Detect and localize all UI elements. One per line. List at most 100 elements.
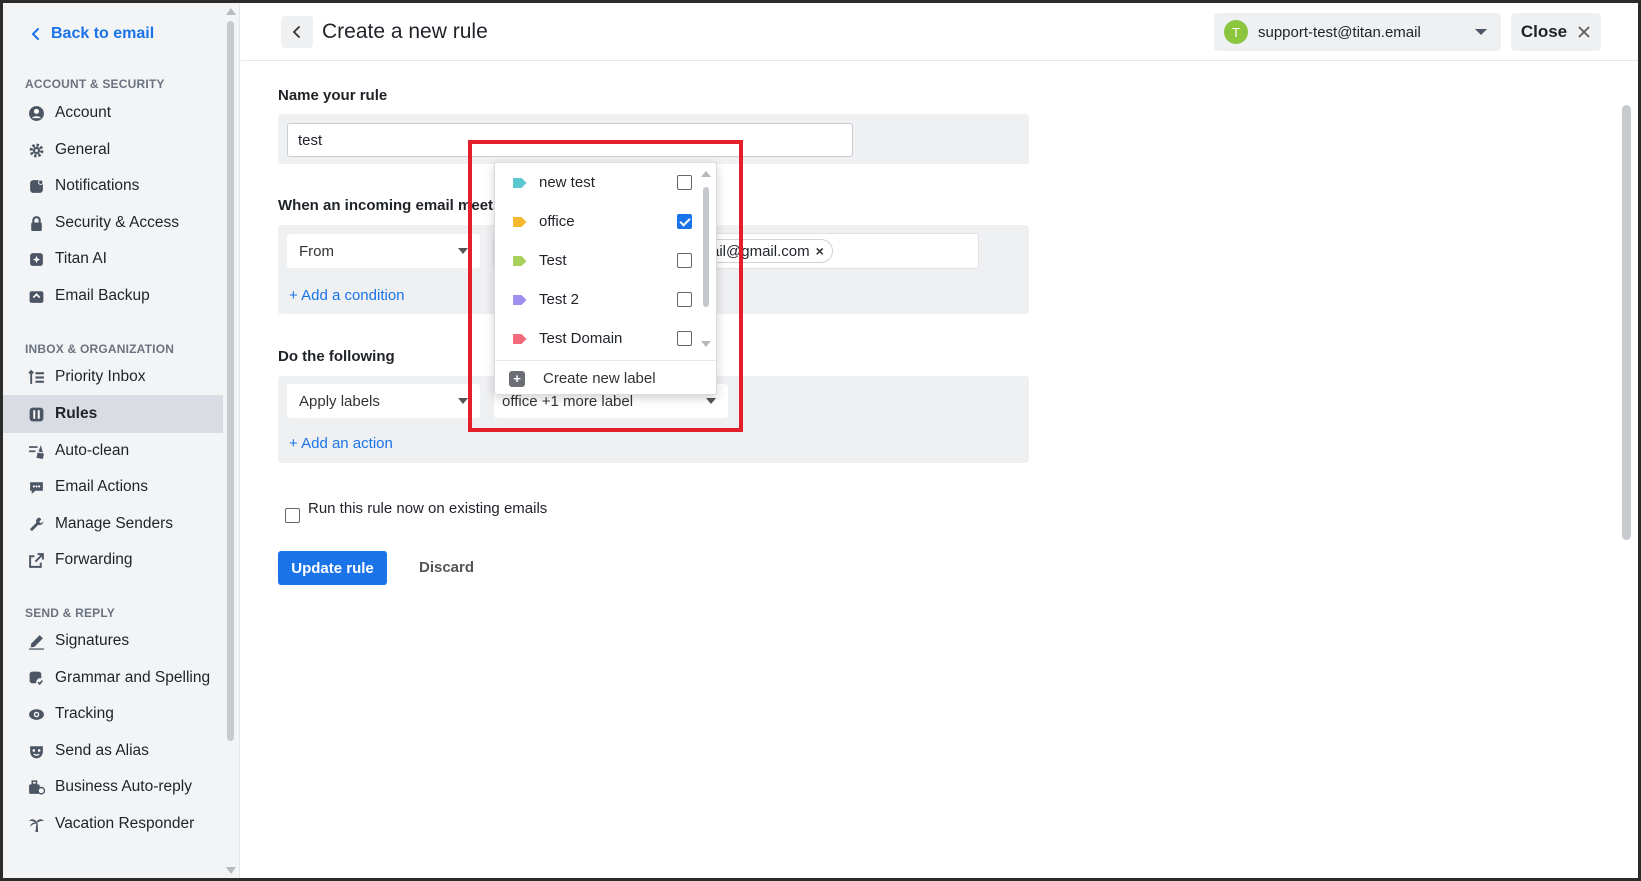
sidebar-item-email-backup[interactable]: Email Backup	[3, 277, 223, 315]
mask-icon	[27, 742, 45, 760]
label-option[interactable]: Test	[495, 241, 695, 280]
label-option[interactable]: Test 2	[495, 280, 695, 319]
action-label: Do the following	[278, 348, 395, 365]
header-back-button[interactable]	[281, 16, 313, 48]
sidebar-scrollbar-thumb[interactable]	[227, 21, 234, 741]
chip-remove-icon[interactable]: ×	[816, 243, 824, 259]
chevron-down-icon	[1475, 29, 1487, 35]
main-scrollbar-thumb[interactable]	[1622, 105, 1631, 540]
condition-field-select[interactable]: From	[287, 234, 480, 268]
backup-icon	[27, 287, 45, 305]
run-existing-checkbox[interactable]	[285, 508, 300, 523]
sidebar-item-send-as-alias[interactable]: Send as Alias	[3, 732, 223, 770]
chat-actions-icon	[27, 478, 45, 496]
sidebar-item-label: Business Auto-reply	[55, 778, 192, 795]
forward-icon	[27, 551, 45, 569]
close-button[interactable]: Close	[1511, 13, 1601, 51]
dropdown-scrollbar-thumb[interactable]	[703, 187, 709, 307]
page-title: Create a new rule	[322, 20, 488, 43]
label-option[interactable]: Test Domain	[495, 319, 695, 358]
email-chip-text: ail@gmail.com	[711, 242, 810, 260]
sidebar-scroll-down-arrow[interactable]	[226, 867, 236, 874]
sidebar-item-manage-senders[interactable]: Manage Senders	[3, 505, 223, 543]
sidebar-item-label: Email Actions	[55, 478, 149, 495]
chevron-down-icon	[458, 248, 468, 254]
rule-name-input[interactable]: test	[287, 123, 853, 157]
label-option[interactable]: new test	[495, 163, 695, 202]
label-option-checkbox[interactable]	[677, 253, 692, 268]
tag-icon	[513, 255, 527, 266]
plus-icon: +	[509, 370, 525, 387]
sidebar-scroll-up-arrow[interactable]	[226, 8, 236, 15]
gear-icon	[27, 141, 45, 159]
label-option[interactable]: office	[495, 202, 695, 241]
sidebar-item-priority-inbox[interactable]: Priority Inbox	[3, 358, 223, 396]
sidebar-item-forwarding[interactable]: Forwarding	[3, 541, 223, 579]
label-dropdown: new test office Test Test 2 Test Domain	[494, 162, 717, 395]
section-title-account-security: ACCOUNT & SECURITY	[25, 77, 165, 91]
label-option-name: new test	[539, 174, 595, 191]
label-option-checkbox[interactable]	[677, 331, 692, 346]
sidebar-item-label: Notifications	[55, 177, 140, 194]
broom-icon	[27, 442, 45, 460]
close-label: Close	[1520, 22, 1568, 41]
wrench-icon	[27, 515, 45, 533]
tag-icon	[513, 177, 527, 188]
sidebar-item-security[interactable]: Security & Access	[3, 204, 223, 242]
close-icon	[1578, 26, 1590, 38]
tag-icon	[513, 216, 527, 227]
rules-icon	[27, 405, 45, 423]
label-option-checkbox[interactable]	[677, 175, 692, 190]
dropdown-scroll-down-arrow[interactable]	[701, 341, 711, 347]
sidebar-item-rules[interactable]: Rules	[3, 395, 223, 433]
condition-field-value: From	[299, 242, 334, 260]
sidebar-item-label: Account	[55, 104, 112, 121]
action-type-select[interactable]: Apply labels	[287, 384, 480, 418]
sidebar-item-signatures[interactable]: Signatures	[3, 622, 223, 660]
dropdown-scroll-up-arrow[interactable]	[701, 171, 711, 177]
sidebar-item-grammar[interactable]: Grammar and Spelling	[3, 659, 223, 697]
label-option-checkbox[interactable]	[677, 292, 692, 307]
update-rule-button[interactable]: Update rule	[278, 551, 387, 585]
add-condition-link[interactable]: + Add a condition	[289, 287, 405, 304]
sidebar-item-tracking[interactable]: Tracking	[3, 695, 223, 733]
account-selector[interactable]: T support-test@titan.email	[1214, 13, 1501, 51]
create-new-label-text: Create new label	[543, 370, 656, 387]
sidebar-item-business-auto-reply[interactable]: Business Auto-reply	[3, 768, 223, 806]
sidebar-item-label: Auto-clean	[55, 442, 130, 459]
email-chip: ail@gmail.com ×	[704, 239, 833, 263]
label-option-name: Test	[539, 252, 567, 269]
chevron-down-icon	[458, 398, 468, 404]
sidebar-item-label: Signatures	[55, 632, 130, 649]
sidebar-item-label: Forwarding	[55, 551, 133, 568]
name-rule-label: Name your rule	[278, 87, 388, 104]
sidebar-item-auto-clean[interactable]: Auto-clean	[3, 432, 223, 470]
sidebar-item-label: Email Backup	[55, 287, 150, 304]
discard-button[interactable]: Discard	[419, 559, 474, 576]
chevron-down-icon	[706, 398, 716, 404]
account-email: support-test@titan.email	[1258, 23, 1421, 41]
create-new-label-button[interactable]: + Create new label	[495, 360, 716, 394]
sidebar-item-label: Tracking	[55, 705, 114, 722]
section-title-inbox-organization: INBOX & ORGANIZATION	[25, 342, 175, 356]
sidebar-item-titan-ai[interactable]: Titan AI	[3, 240, 223, 278]
sparkle-icon	[27, 250, 45, 268]
sidebar-item-label: Manage Senders	[55, 515, 174, 532]
sidebar-item-email-actions[interactable]: Email Actions	[3, 468, 223, 506]
sidebar-item-label: Rules	[55, 405, 98, 422]
auto-reply-icon	[27, 778, 45, 796]
back-to-email-link[interactable]: Back to email	[29, 22, 154, 46]
label-option-name: Test 2	[539, 291, 580, 308]
sidebar-item-vacation-responder[interactable]: Vacation Responder	[3, 805, 223, 843]
grammar-icon	[27, 669, 45, 687]
sidebar-item-account[interactable]: Account	[3, 94, 223, 132]
sidebar-item-label: Priority Inbox	[55, 368, 146, 385]
chevron-left-icon	[292, 26, 300, 38]
sidebar-item-general[interactable]: General	[3, 131, 223, 169]
condition-label: When an incoming email meets	[278, 197, 502, 214]
label-option-checkbox[interactable]	[677, 214, 692, 229]
sidebar-item-label: General	[55, 141, 111, 158]
sidebar-item-label: Send as Alias	[55, 742, 149, 759]
add-action-link[interactable]: + Add an action	[289, 435, 393, 452]
sidebar-item-notifications[interactable]: Notifications	[3, 167, 223, 205]
